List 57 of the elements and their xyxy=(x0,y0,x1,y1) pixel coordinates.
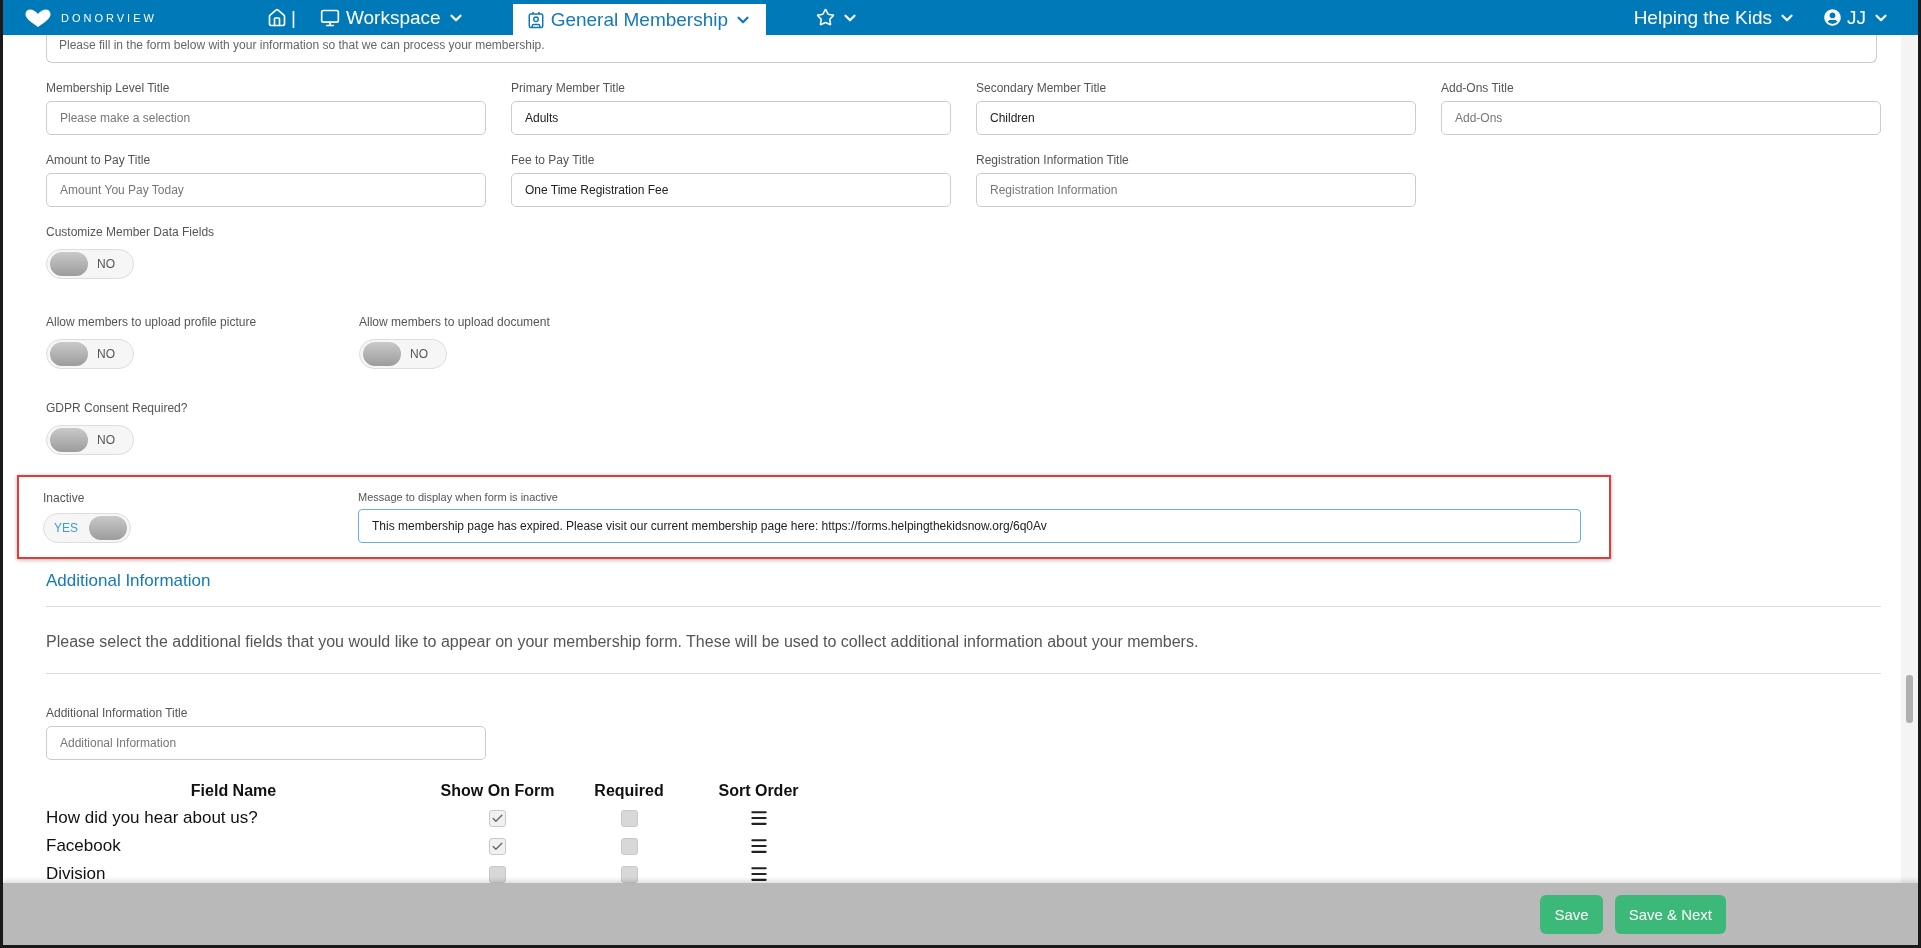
id-card-icon xyxy=(526,10,545,29)
toggle-switch[interactable]: NO xyxy=(46,425,134,455)
section-description: Please select the additional fields that you would like to appear on your membership form. These will be used to collect additional information about your members. xyxy=(46,607,1881,674)
monitor-icon xyxy=(319,7,340,28)
user-menu[interactable]: JJ xyxy=(1810,0,1918,35)
toggle-label: GDPR Consent Required? xyxy=(46,401,189,415)
field-label: Fee to Pay Title xyxy=(511,153,596,167)
checkbox[interactable] xyxy=(489,837,506,855)
drag-handle-icon[interactable] xyxy=(748,836,769,856)
text-field[interactable]: Registration Information xyxy=(976,173,1416,207)
field-label: Primary Member Title xyxy=(511,81,627,95)
text-field[interactable]: Adults xyxy=(511,101,951,135)
checkbox[interactable] xyxy=(620,837,638,855)
field-name: Facebook xyxy=(46,836,122,856)
field-label: Membership Level Title xyxy=(46,81,171,95)
separator: | xyxy=(291,6,296,29)
text-field[interactable]: Please make a selection xyxy=(46,101,486,135)
toggle-label: Allow members to upload document xyxy=(359,315,551,329)
field-label: Secondary Member Title xyxy=(976,81,1108,95)
field-label: Registration Information Title xyxy=(976,153,1130,167)
text-field[interactable]: One Time Registration Fee xyxy=(511,173,951,207)
drag-handle-icon[interactable] xyxy=(748,864,769,883)
field-label: Message to display when form is inactive xyxy=(358,491,559,503)
field-label: Amount to Pay Title xyxy=(46,153,152,167)
text-field[interactable]: Children xyxy=(976,101,1416,135)
field-name: How did you hear about us? xyxy=(46,808,259,828)
star-icon xyxy=(816,8,836,27)
drag-handle-icon[interactable] xyxy=(748,808,769,828)
checkbox[interactable] xyxy=(620,865,638,883)
nav-tab[interactable]: Workspace xyxy=(305,0,479,35)
text-field[interactable]: Add-Ons xyxy=(1441,101,1881,135)
checkbox[interactable] xyxy=(489,809,506,827)
intro-text: Please fill in the form below with your information so that we can process your membership. xyxy=(46,35,1877,63)
toggle-label: Inactive xyxy=(43,491,86,505)
toggle-label: Allow members to upload profile picture xyxy=(46,315,258,329)
field-name: Division xyxy=(46,864,107,883)
checkbox[interactable] xyxy=(489,865,506,883)
text-field[interactable]: Additional Information xyxy=(46,726,486,760)
toggle-switch[interactable]: NO xyxy=(46,339,134,369)
toggle-label: Customize Member Data Fields xyxy=(46,225,216,239)
section-heading: Additional Information xyxy=(46,571,1881,607)
column-header: Show On Form xyxy=(439,782,556,800)
column-header: Required xyxy=(593,782,665,800)
column-header: Field Name xyxy=(189,782,278,800)
nav-tab[interactable]: General Membership xyxy=(512,4,767,35)
message-field[interactable]: This membership page has expired. Please visit our current membership page here: https://forms.helpingthekidsnow.org/6q0Av xyxy=(358,509,1581,543)
user-icon xyxy=(1824,9,1841,26)
field-label: Add-Ons Title xyxy=(1441,81,1515,95)
toggle-switch[interactable]: NO xyxy=(359,339,447,369)
organization-menu[interactable]: Helping the Kids xyxy=(1619,0,1810,35)
field-label: Additional Information Title xyxy=(46,706,189,720)
checkbox[interactable] xyxy=(620,809,638,827)
home-icon xyxy=(267,7,287,28)
column-header: Sort Order xyxy=(717,782,800,800)
toggle-switch[interactable]: NO xyxy=(46,249,134,279)
text-field[interactable]: Amount You Pay Today xyxy=(46,173,486,207)
logo-text: DONORVIEW xyxy=(61,11,157,24)
